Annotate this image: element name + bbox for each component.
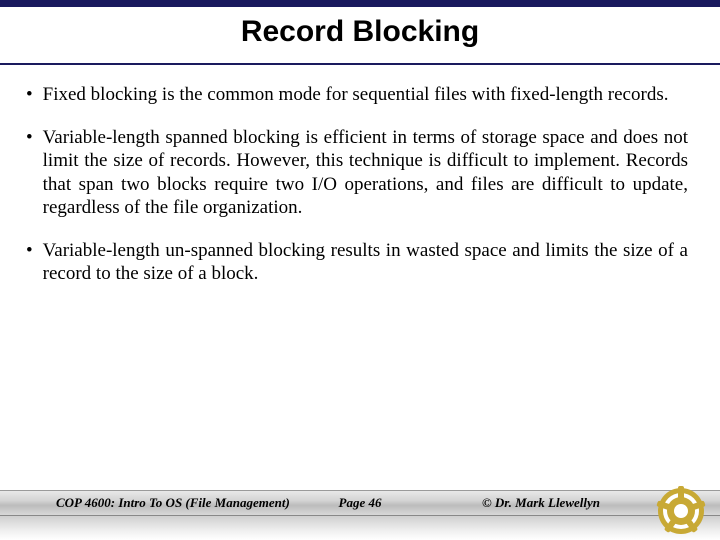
slide: Record Blocking • Fixed blocking is the … — [0, 0, 720, 540]
bullet-text: Fixed blocking is the common mode for se… — [43, 83, 669, 106]
bullet-dot-icon: • — [26, 239, 33, 285]
bullet-item: • Fixed blocking is the common mode for … — [44, 83, 688, 106]
footer-copyright: © Dr. Mark Llewellyn — [482, 495, 600, 511]
bullet-item: • Variable-length un-spanned blocking re… — [44, 239, 688, 285]
bullet-dot-icon: • — [26, 126, 33, 219]
bullet-text: Variable-length un-spanned blocking resu… — [43, 239, 688, 285]
footer: COP 4600: Intro To OS (File Management) … — [0, 490, 720, 516]
slide-body: • Fixed blocking is the common mode for … — [0, 83, 720, 285]
ucf-logo-icon — [658, 488, 704, 534]
footer-course: COP 4600: Intro To OS (File Management) — [56, 495, 290, 511]
bullet-dot-icon: • — [26, 83, 33, 106]
bottom-band — [0, 516, 720, 540]
bullet-text: Variable-length spanned blocking is effi… — [43, 126, 688, 219]
slide-title: Record Blocking — [0, 15, 720, 49]
title-underline — [0, 63, 720, 65]
bullet-item: • Variable-length spanned blocking is ef… — [44, 126, 688, 219]
